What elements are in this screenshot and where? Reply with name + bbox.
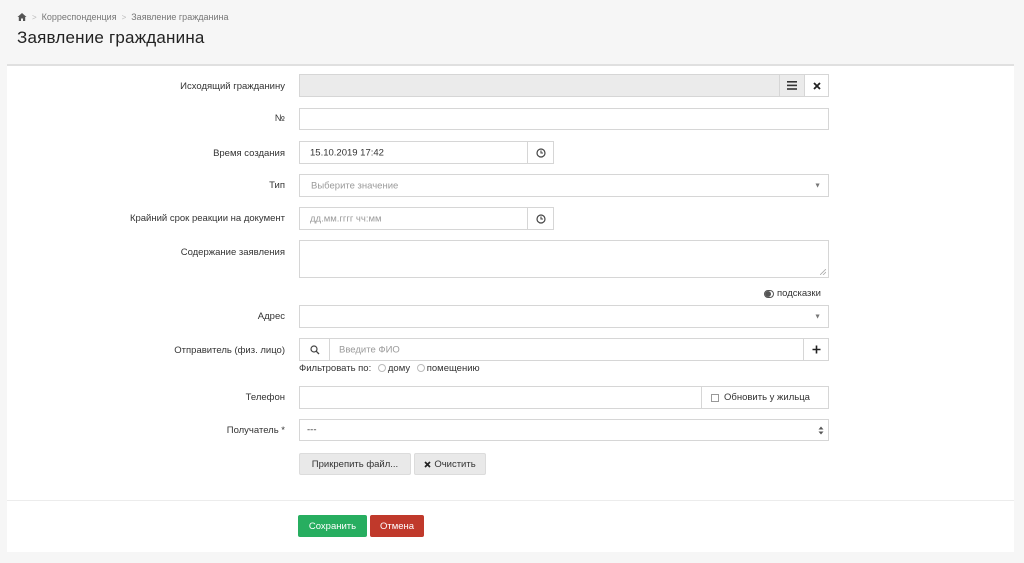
clear-button-label: Очистить	[434, 458, 476, 470]
outgoing-field[interactable]	[299, 74, 829, 97]
created-datetime-input[interactable]: 15.10.2019 17:42	[299, 141, 554, 164]
sender-label: Отправитель (физ. лицо)	[174, 345, 285, 356]
form-divider	[7, 500, 1014, 501]
clear-outgoing-button[interactable]	[804, 75, 828, 96]
caret-down-icon: ▼	[814, 313, 821, 320]
address-label: Адрес	[257, 311, 285, 322]
sender-search-field[interactable]: Введите ФИО	[299, 338, 829, 361]
recipient-value: ---	[307, 424, 317, 436]
update-resident-addon[interactable]: Обновить у жильца	[701, 387, 828, 408]
clock-icon	[535, 147, 546, 158]
toggle-icon	[764, 289, 774, 298]
number-label: №	[274, 113, 285, 124]
resize-handle-icon[interactable]	[820, 269, 826, 275]
update-resident-label: Обновить у жильца	[724, 392, 810, 403]
form-panel: Исходящий гражданину № Время создания 15…	[7, 64, 1014, 552]
filter-house-radio[interactable]	[377, 364, 386, 372]
outgoing-label: Исходящий гражданину	[180, 81, 285, 92]
deadline-clock-button[interactable]	[527, 208, 553, 229]
recipient-label: Получатель *	[226, 425, 285, 436]
breadcrumb-separator: >	[121, 12, 127, 22]
breadcrumb-item-current: Заявление гражданина	[131, 12, 229, 22]
select-arrows-icon	[818, 426, 824, 435]
created-value: 15.10.2019 17:42	[310, 147, 384, 158]
filter-room-label[interactable]: помещению	[427, 363, 480, 374]
sender-search-addon	[300, 339, 330, 360]
content-label: Содержание заявления	[180, 247, 285, 258]
created-label: Время создания	[213, 148, 285, 159]
hints-label: подсказки	[777, 288, 821, 299]
content-textarea[interactable]	[299, 240, 829, 278]
attach-file-button[interactable]: Прикрепить файл...	[299, 453, 411, 475]
type-placeholder: Выберите значение	[311, 180, 399, 191]
add-sender-button[interactable]	[803, 339, 828, 360]
hints-toggle[interactable]: подсказки	[764, 288, 821, 299]
address-select[interactable]: ▼	[299, 305, 829, 328]
number-input[interactable]	[299, 108, 829, 130]
phone-label: Телефон	[245, 392, 285, 403]
phone-input[interactable]: Обновить у жильца	[299, 386, 829, 409]
filter-room-radio[interactable]	[416, 364, 425, 372]
close-icon	[424, 460, 431, 468]
filter-label: Фильтровать по:	[299, 363, 372, 374]
deadline-label: Крайний срок реакции на документ	[129, 213, 285, 224]
breadcrumb: > Корреспонденция > Заявление гражданина	[17, 12, 228, 22]
recipient-select[interactable]: ---	[299, 419, 829, 441]
plus-icon	[812, 345, 820, 354]
sender-placeholder: Введите ФИО	[339, 344, 400, 355]
breadcrumb-separator: >	[32, 12, 37, 22]
caret-down-icon: ▼	[814, 182, 821, 189]
page-header: > Корреспонденция > Заявление гражданина…	[0, 0, 1024, 64]
clear-button[interactable]: Очистить	[414, 453, 486, 475]
list-button[interactable]	[779, 75, 804, 96]
breadcrumb-item-correspondence[interactable]: Корреспонденция	[42, 12, 117, 22]
page-title: Заявление гражданина	[17, 28, 205, 47]
search-icon	[309, 344, 319, 354]
list-icon	[787, 81, 797, 90]
home-icon[interactable]	[17, 12, 27, 22]
filter-house-label[interactable]: дому	[388, 363, 410, 374]
close-icon	[812, 81, 821, 90]
update-resident-checkbox[interactable]	[711, 393, 719, 402]
deadline-datetime-input[interactable]: дд.мм.гггг чч:мм	[299, 207, 554, 230]
filter-row: Фильтровать по: дому помещению	[299, 363, 480, 374]
type-select[interactable]: Выберите значение ▼	[299, 174, 829, 197]
clock-icon	[535, 213, 546, 224]
type-label: Тип	[269, 180, 285, 191]
deadline-placeholder: дд.мм.гггг чч:мм	[310, 213, 382, 224]
cancel-button[interactable]: Отмена	[370, 515, 424, 537]
created-clock-button[interactable]	[527, 142, 553, 163]
save-button[interactable]: Сохранить	[298, 515, 367, 537]
